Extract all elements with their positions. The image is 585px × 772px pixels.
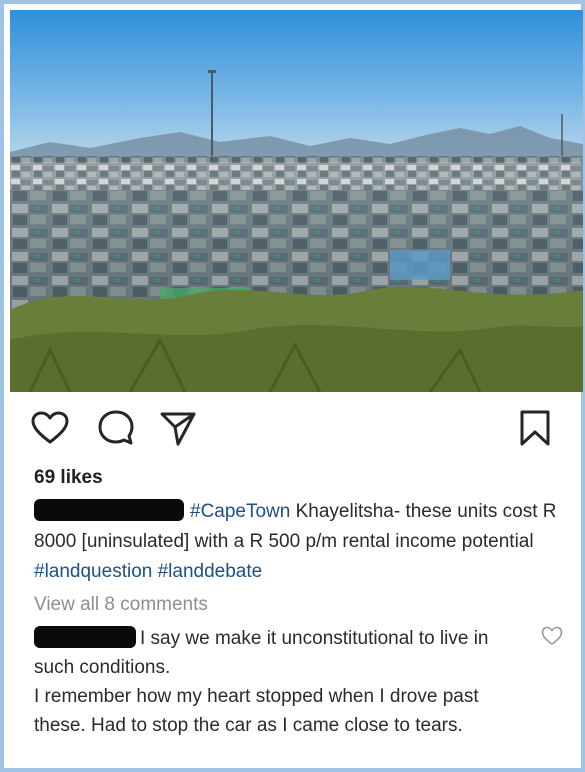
- hashtag-landquestion[interactable]: #landquestion: [34, 561, 152, 582]
- post-photo[interactable]: [10, 10, 583, 392]
- heart-icon[interactable]: [28, 406, 72, 450]
- township-landscape-image: [10, 10, 583, 392]
- redacted-username: [34, 499, 184, 521]
- comment-line-1: I say we make it unconstitutional to liv…: [34, 624, 504, 682]
- hashtag-capetown[interactable]: #CapeTown: [190, 501, 290, 522]
- post-caption: #CapeTown Khayelitsha- these units cost …: [34, 497, 559, 587]
- paper-plane-icon[interactable]: [156, 406, 200, 450]
- view-all-comments-link[interactable]: View all 8 comments: [34, 594, 208, 616]
- likes-count[interactable]: 69 likes: [34, 467, 103, 489]
- redacted-commenter: [34, 626, 136, 648]
- bookmark-icon[interactable]: [513, 406, 557, 450]
- instagram-post: 69 likes #CapeTown Khayelitsha- these un…: [0, 0, 585, 772]
- comment-bubble-icon[interactable]: [94, 406, 138, 450]
- comment-text-2: I remember how my heart stopped when I d…: [34, 686, 479, 736]
- post-action-bar: [28, 406, 557, 456]
- comment: I say we make it unconstitutional to liv…: [34, 624, 504, 740]
- hashtag-landdebate[interactable]: #landdebate: [158, 561, 263, 582]
- heart-outline-icon[interactable]: [541, 626, 563, 646]
